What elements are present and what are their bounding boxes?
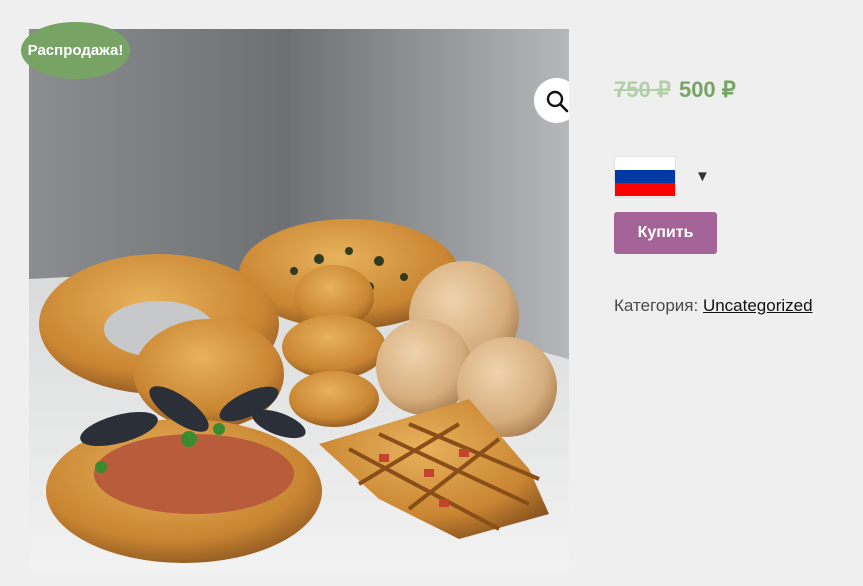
category-link[interactable]: Uncategorized [703, 296, 813, 315]
magnifier-icon [546, 90, 568, 112]
product-summary: 750 ₽ 500 ₽ [614, 74, 854, 106]
russia-flag-icon [614, 155, 676, 198]
chevron-down-icon: ▼ [695, 168, 710, 185]
price: 750 ₽ 500 ₽ [614, 74, 854, 106]
pastries-photo [29, 29, 569, 569]
sale-badge: Распродажа! [21, 22, 130, 79]
language-selector[interactable]: ▼ [614, 154, 710, 199]
product-category: Категория: Uncategorized [614, 296, 813, 316]
product-image[interactable] [29, 29, 569, 569]
sale-price: 500 ₽ [678, 77, 736, 102]
category-label: Категория: [614, 296, 699, 315]
old-price: 750 ₽ [614, 77, 671, 102]
buy-button[interactable]: Купить [614, 212, 717, 254]
